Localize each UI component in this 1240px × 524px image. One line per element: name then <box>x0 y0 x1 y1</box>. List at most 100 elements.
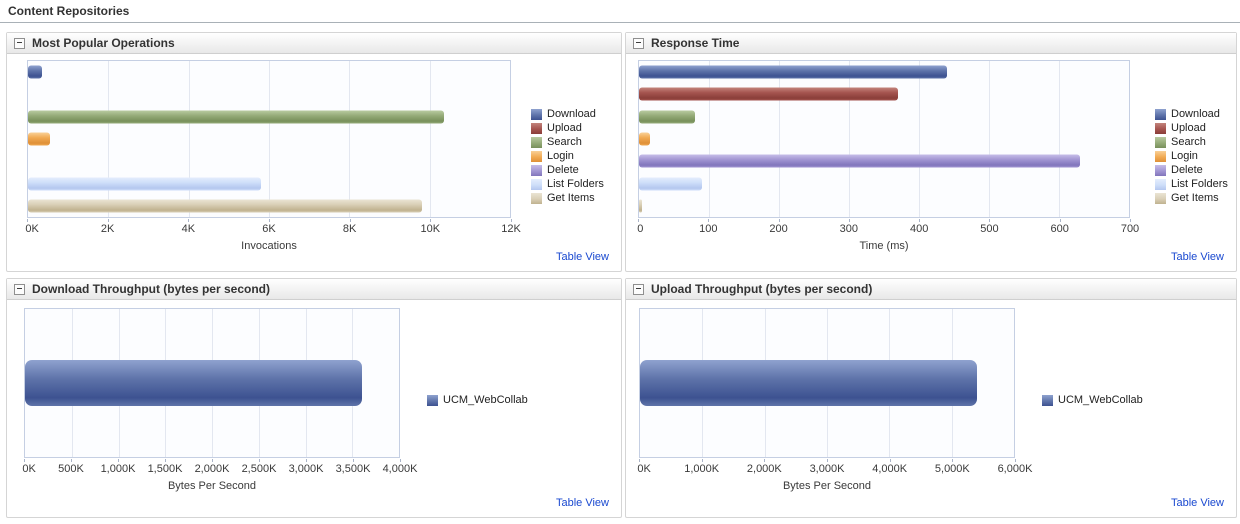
bar-login[interactable] <box>639 132 650 146</box>
x-tick-label: 200 <box>769 223 788 235</box>
bar-ucm-webcollab[interactable] <box>640 360 977 406</box>
tick-mark <box>989 219 991 222</box>
legend-item-delete: Delete <box>531 164 604 176</box>
legend-swatch-icon <box>1155 164 1166 176</box>
table-view-link[interactable]: Table View <box>556 251 609 263</box>
bar-get-items[interactable] <box>28 199 422 213</box>
x-tick-label: 6K <box>262 223 276 235</box>
bar-upload[interactable] <box>639 87 898 101</box>
tick-mark <box>353 459 354 462</box>
panel-upload-throughput: Upload Throughput (bytes per second) 0K 1… <box>625 278 1237 518</box>
plot-area <box>638 60 1130 218</box>
tick-mark <box>400 459 401 462</box>
legend-item-download: Download <box>1155 108 1228 120</box>
table-view-link[interactable]: Table View <box>1171 497 1224 509</box>
legend-swatch-icon <box>1155 178 1166 190</box>
bar-row <box>28 106 510 128</box>
x-tick-label: 2K <box>100 223 115 235</box>
x-tick-label: 3,000K <box>809 463 845 475</box>
x-tick-label: 1,000K <box>684 463 720 475</box>
legend-swatch-icon <box>427 394 438 406</box>
collapse-icon[interactable] <box>14 37 25 49</box>
legend-item-get-items: Get Items <box>1155 192 1228 204</box>
x-tick-label: 600 <box>1050 223 1069 235</box>
bar-list-folders[interactable] <box>28 177 261 191</box>
x-axis-title: Time (ms) <box>859 240 909 252</box>
x-axis-title: Bytes Per Second <box>167 480 257 492</box>
tick-mark <box>511 219 512 222</box>
x-tick-label: 4K <box>181 223 196 235</box>
x-axis-title: Bytes Per Second <box>782 480 872 492</box>
collapse-icon[interactable] <box>633 37 644 49</box>
x-tick-label: 4,000K <box>872 463 908 475</box>
bar-search[interactable] <box>639 110 695 124</box>
chart-area: 0K 500K 1,000K 1,500K 2,000K 2,500K 3,000K 3,50… <box>7 300 621 492</box>
x-axis-ticks: 0K 2K 4K 6K 8K 10K 12K <box>25 219 521 236</box>
bar-get-items[interactable] <box>639 199 643 213</box>
tick-mark <box>24 459 25 462</box>
legend-label: Login <box>547 150 574 162</box>
legend: UCM_WebCollab <box>1042 308 1143 492</box>
bar-list-folders[interactable] <box>639 177 702 191</box>
bar-download[interactable] <box>639 65 947 79</box>
panel-header: Download Throughput (bytes per second) <box>7 279 621 300</box>
x-tick-label: 0 <box>637 223 644 235</box>
x-tick-label: 3,000K <box>288 463 324 475</box>
panel-most-popular-operations: Most Popular Operations 0K 2K 4K 6K 8K 10K 12K… <box>6 32 622 272</box>
tick-mark <box>638 219 639 222</box>
legend-label: Upload <box>1171 122 1206 134</box>
tick-mark <box>259 459 260 462</box>
page-title: Content Repositories <box>8 4 130 18</box>
tick-mark <box>952 459 954 462</box>
legend-item-upload: Upload <box>531 122 604 134</box>
x-tick-label: 2,000K <box>746 463 782 475</box>
bar-row <box>28 150 510 172</box>
x-tick-label: 5,000K <box>934 463 970 475</box>
legend-item-delete: Delete <box>1155 164 1228 176</box>
panel-title: Response Time <box>651 36 740 50</box>
collapse-icon[interactable] <box>14 283 25 295</box>
tick-mark <box>1015 459 1016 462</box>
tick-mark <box>269 219 270 222</box>
bar-row <box>639 61 1129 83</box>
legend-label: Download <box>547 108 596 120</box>
bar-row <box>25 309 399 457</box>
x-tick-label: 0K <box>25 223 39 235</box>
legend-swatch-icon <box>531 150 542 162</box>
title-divider <box>0 22 1240 23</box>
bar-download[interactable] <box>28 65 43 79</box>
legend-label: Download <box>1171 108 1220 120</box>
bar-search[interactable] <box>28 110 444 124</box>
legend-label: UCM_WebCollab <box>1058 394 1143 406</box>
collapse-icon[interactable] <box>633 283 644 295</box>
table-view-link[interactable]: Table View <box>1171 251 1224 263</box>
table-view-link[interactable]: Table View <box>556 497 609 509</box>
legend-item-list-folders: List Folders <box>531 178 604 190</box>
x-tick-label: 12K <box>501 223 521 235</box>
tick-mark <box>71 459 72 462</box>
legend-label: Login <box>1171 150 1198 162</box>
tick-mark <box>778 219 780 222</box>
bar-row <box>639 172 1129 194</box>
legend-item-login: Login <box>531 150 604 162</box>
bar-login[interactable] <box>28 132 51 146</box>
tick-mark <box>1059 219 1061 222</box>
legend-swatch-icon <box>531 108 542 120</box>
bar-delete[interactable] <box>639 154 1080 168</box>
x-tick-label: 3,500K <box>335 463 371 475</box>
x-tick-label: 6,000K <box>997 463 1033 475</box>
plot-area <box>27 60 511 218</box>
x-tick-label: 500 <box>980 223 999 235</box>
legend-item-ucm-webcollab: UCM_WebCollab <box>427 394 528 406</box>
x-tick-label: 1,500K <box>147 463 183 475</box>
bar-row <box>640 309 1014 457</box>
x-tick-label: 8K <box>342 223 357 235</box>
legend-swatch-icon <box>531 164 542 176</box>
legend-label: Upload <box>547 122 582 134</box>
x-tick-label: 100 <box>699 223 718 235</box>
bar-row <box>28 83 510 105</box>
tick-mark <box>430 219 432 222</box>
bar-ucm-webcollab[interactable] <box>25 360 362 406</box>
chart-area: 0K 1,000K 2,000K 3,000K 4,000K 5,000K 6,000K B… <box>626 300 1236 492</box>
legend-label: List Folders <box>1171 178 1228 190</box>
